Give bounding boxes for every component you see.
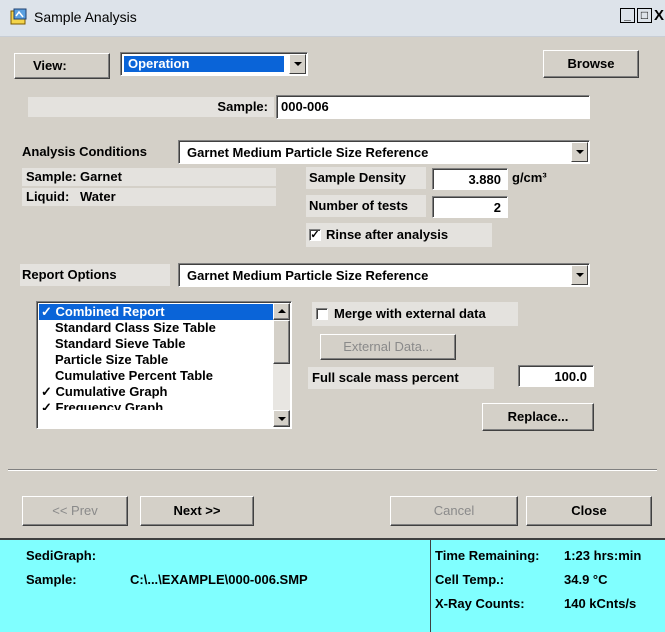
sample-label-box: Sample:	[28, 97, 274, 117]
cell-temp-value: 34.9 °C	[564, 572, 608, 587]
scroll-thumb[interactable]	[273, 320, 290, 364]
scroll-up-button[interactable]	[273, 303, 290, 320]
chevron-down-icon[interactable]	[571, 142, 588, 162]
list-item[interactable]: ✓ Cumulative Graph	[41, 384, 167, 400]
tests-input[interactable]: 2	[432, 196, 508, 218]
status-divider	[430, 540, 431, 632]
rinse-checkbox[interactable]: ✓	[309, 229, 321, 241]
merge-checkbox[interactable]	[316, 308, 328, 320]
device-label: SediGraph:	[26, 548, 97, 563]
cancel-button[interactable]: Cancel	[390, 496, 518, 526]
arrow-up-icon	[278, 309, 286, 313]
density-label: Sample Density	[309, 170, 406, 185]
report-list-scrollbar[interactable]	[273, 303, 290, 427]
status-sample-label: Sample:	[26, 572, 77, 587]
view-label: View:	[33, 58, 67, 73]
report-options-label-box: Report Options	[20, 264, 170, 286]
sample-info-box: Sample: Garnet	[22, 168, 276, 186]
view-select-value: Operation	[124, 56, 284, 72]
liquid-info-box: Liquid: Water	[22, 188, 276, 206]
sample-info-label: Sample:	[26, 169, 77, 184]
report-list[interactable]: ✓ Combined Report Standard Class Size Ta…	[36, 301, 292, 429]
analysis-conditions-select[interactable]: Garnet Medium Particle Size Reference	[178, 140, 590, 164]
fullscale-label-box: Full scale mass percent	[308, 367, 494, 389]
close-window-button[interactable]: X	[654, 7, 664, 24]
list-item[interactable]: Standard Class Size Table	[41, 320, 216, 336]
app-icon	[10, 8, 27, 25]
liquid-info-label: Liquid:	[26, 189, 70, 204]
title-bar: Sample Analysis _ □ X	[0, 0, 665, 37]
dialog-body: View: Operation Browse Sample: 000-006 A…	[0, 37, 665, 484]
maximize-button[interactable]: □	[637, 8, 652, 23]
tests-label-box: Number of tests	[306, 195, 426, 217]
list-item[interactable]: Standard Sieve Table	[41, 336, 186, 352]
merge-label: Merge with external data	[334, 306, 486, 321]
window-title: Sample Analysis	[34, 9, 137, 25]
density-label-box: Sample Density	[306, 167, 426, 189]
sample-label: Sample:	[217, 99, 268, 114]
sample-info-value: Garnet	[80, 169, 122, 184]
nav-bar: << Prev Next >> Cancel Close	[0, 484, 665, 538]
replace-button[interactable]: Replace...	[482, 403, 594, 431]
arrow-down-icon	[278, 417, 286, 421]
view-label-box: View:	[14, 53, 110, 79]
analysis-conditions-label: Analysis Conditions	[22, 144, 147, 159]
sample-input[interactable]: 000-006	[276, 95, 590, 119]
density-input[interactable]: 3.880	[432, 168, 508, 190]
fullscale-label: Full scale mass percent	[312, 370, 459, 385]
external-data-button[interactable]: External Data...	[320, 334, 456, 360]
time-remaining-value: 1:23 hrs:min	[564, 548, 642, 563]
liquid-info-value: Water	[80, 189, 116, 204]
density-unit: g/cm³	[512, 170, 547, 185]
report-options-select[interactable]: Garnet Medium Particle Size Reference	[178, 263, 590, 287]
minimize-button[interactable]: _	[620, 8, 635, 23]
list-item[interactable]: Cumulative Percent Table	[41, 368, 213, 384]
prev-button[interactable]: << Prev	[22, 496, 128, 526]
browse-button[interactable]: Browse	[543, 50, 639, 78]
chevron-down-icon[interactable]	[289, 54, 306, 74]
merge-checkbox-row[interactable]: Merge with external data	[312, 302, 518, 326]
next-button[interactable]: Next >>	[140, 496, 254, 526]
list-item[interactable]: ✓ Frequency Graph	[41, 400, 163, 410]
scroll-down-button[interactable]	[273, 410, 290, 427]
cell-temp-label: Cell Temp.:	[435, 572, 505, 587]
time-remaining-label: Time Remaining:	[435, 548, 540, 563]
report-options-label: Report Options	[22, 267, 117, 282]
list-item[interactable]: ✓ Combined Report	[41, 304, 165, 320]
fullscale-input[interactable]: 100.0	[518, 365, 594, 387]
view-select[interactable]: Operation	[120, 52, 308, 76]
status-panel: SediGraph: Sample: C:\...\EXAMPLE\000-00…	[0, 538, 665, 632]
tests-label: Number of tests	[309, 198, 408, 213]
list-item[interactable]: Particle Size Table	[41, 352, 168, 368]
close-button[interactable]: Close	[526, 496, 652, 526]
xray-counts-value: 140 kCnts/s	[564, 596, 637, 611]
rinse-checkbox-row[interactable]: ✓ Rinse after analysis	[306, 223, 492, 247]
status-top-border	[0, 538, 665, 540]
chevron-down-icon[interactable]	[571, 265, 588, 285]
rinse-label: Rinse after analysis	[326, 227, 449, 242]
divider	[8, 469, 657, 471]
status-sample-value: C:\...\EXAMPLE\000-006.SMP	[130, 572, 308, 587]
xray-counts-label: X-Ray Counts:	[435, 596, 525, 611]
